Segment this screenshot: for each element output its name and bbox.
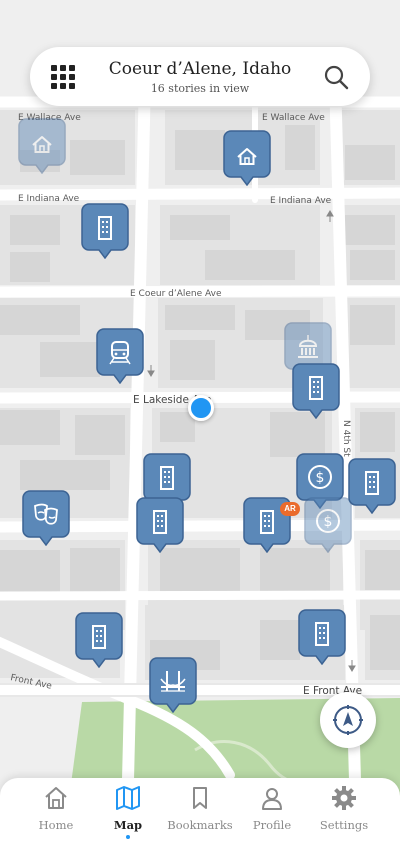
building-icon xyxy=(298,609,346,665)
story-marker[interactable] xyxy=(81,203,129,259)
gear-icon xyxy=(332,786,356,810)
tab-map[interactable]: Map xyxy=(92,784,164,844)
bottom-tab-bar: Home Map Bookmarks Profile Settings xyxy=(0,778,400,866)
tab-home[interactable]: Home xyxy=(20,784,92,844)
dollar-icon: $ xyxy=(304,497,352,553)
recenter-button[interactable] xyxy=(320,692,376,748)
building-icon xyxy=(292,363,340,419)
street-label-wallace-right: E Wallace Ave xyxy=(262,113,325,123)
story-marker[interactable] xyxy=(292,363,340,419)
stories-count: 16 stories in view xyxy=(150,82,250,95)
street-label-coeur-dalene: E Coeur d’Alene Ave xyxy=(130,289,222,299)
bookmark-icon xyxy=(193,787,207,809)
tab-bookmarks-label: Bookmarks xyxy=(167,818,233,832)
active-tab-indicator xyxy=(126,835,130,839)
tab-settings[interactable]: Settings xyxy=(308,784,380,844)
house-icon xyxy=(223,130,271,186)
compass-icon xyxy=(333,705,363,735)
street-label-indiana-right: E Indiana Ave xyxy=(270,196,332,206)
tab-settings-label: Settings xyxy=(319,818,369,832)
grid-menu-button[interactable] xyxy=(49,63,77,91)
story-marker[interactable] xyxy=(223,130,271,186)
tab-bookmarks[interactable]: Bookmarks xyxy=(164,784,236,844)
tab-home-label: Home xyxy=(38,818,74,832)
story-marker[interactable] xyxy=(149,657,197,713)
story-marker[interactable] xyxy=(348,458,396,514)
theater-masks-icon xyxy=(22,490,70,546)
story-marker[interactable] xyxy=(298,609,346,665)
street-label-n4th: N 4th St xyxy=(341,420,351,457)
search-icon xyxy=(324,65,349,90)
story-marker[interactable]: $ xyxy=(304,497,352,553)
train-icon xyxy=(96,328,144,384)
building-icon xyxy=(136,497,184,553)
user-location-dot xyxy=(188,395,214,421)
building-icon xyxy=(348,458,396,514)
map-icon xyxy=(116,786,140,810)
story-marker[interactable] xyxy=(96,328,144,384)
story-marker[interactable] xyxy=(75,612,123,668)
grid-icon xyxy=(51,65,75,89)
profile-icon xyxy=(262,788,282,810)
building-icon xyxy=(75,612,123,668)
location-header: Coeur d’Alene, Idaho 16 stories in view xyxy=(30,47,370,106)
tab-profile-label: Profile xyxy=(252,818,292,832)
svg-text:$: $ xyxy=(316,470,325,486)
story-marker[interactable] xyxy=(22,490,70,546)
svg-text:$: $ xyxy=(324,514,333,530)
bridge-icon xyxy=(149,657,197,713)
location-title[interactable]: Coeur d’Alene, Idaho xyxy=(90,59,310,79)
ar-badge: AR xyxy=(280,502,300,516)
story-marker[interactable] xyxy=(18,118,66,174)
building-icon xyxy=(81,203,129,259)
tab-map-label: Map xyxy=(113,818,143,832)
home-icon xyxy=(45,787,67,809)
street-label-indiana-left: E Indiana Ave xyxy=(18,194,80,204)
tab-profile[interactable]: Profile xyxy=(236,784,308,844)
story-marker[interactable] xyxy=(136,497,184,553)
house-icon xyxy=(18,118,66,174)
search-button[interactable] xyxy=(322,63,350,91)
